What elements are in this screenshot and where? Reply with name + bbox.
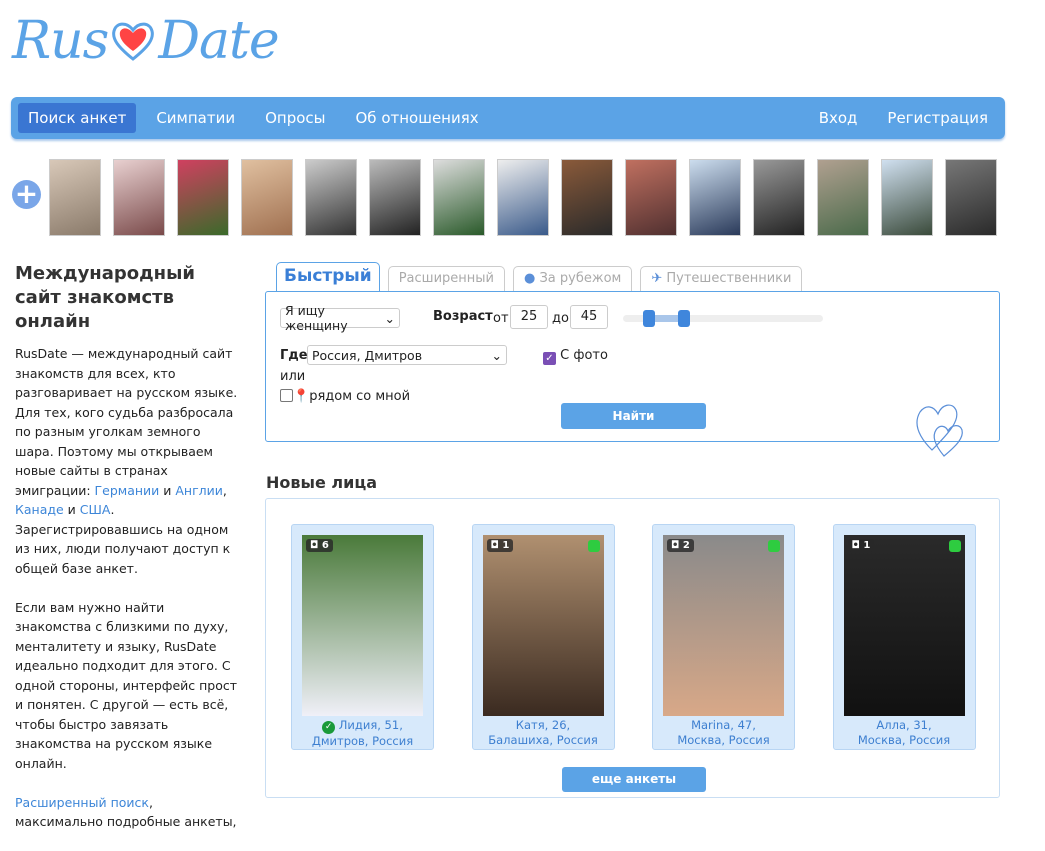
tab-advanced[interactable]: Расширенный	[387, 266, 505, 292]
camera-icon: ◘	[851, 540, 860, 551]
about-p3: Расширенный поиск, максимально подробные…	[15, 794, 237, 830]
profile-thumbnail[interactable]	[497, 159, 549, 236]
camera-icon: ◘	[310, 540, 319, 551]
link-germany[interactable]: Германии	[95, 483, 160, 498]
profile-photo[interactable]	[663, 535, 784, 716]
profile-thumbnail[interactable]	[433, 159, 485, 236]
or-label: или	[280, 369, 306, 384]
quick-search-form: Я ищу женщину ⌄ Возраст от 25 до 45 Где Р…	[265, 291, 1000, 457]
profile-thumbnail[interactable]	[881, 159, 933, 236]
profile-name[interactable]: Катя, 26,	[516, 718, 570, 732]
camera-icon: ◘	[671, 540, 680, 551]
profile-thumbnail[interactable]	[625, 159, 677, 236]
globe-icon: ●	[523, 271, 536, 286]
slider-handle-min[interactable]	[643, 310, 656, 327]
profile-card[interactable]: ◘ 6 ✓ Лидия, 51, Дмитров, Россия	[291, 524, 434, 750]
link-usa[interactable]: США	[80, 502, 111, 517]
profile-thumbnail[interactable]	[561, 159, 613, 236]
chevron-down-icon: ⌄	[491, 347, 502, 363]
camera-icon: ◘	[490, 540, 499, 551]
link-england[interactable]: Англии	[175, 483, 223, 498]
profile-photo[interactable]	[482, 535, 604, 716]
online-indicator	[587, 540, 600, 552]
nav-register[interactable]: Регистрация	[877, 103, 998, 133]
profile-thumbnail[interactable]	[241, 159, 293, 236]
about-section: Международный сайт знакомств онлайн RusD…	[15, 262, 240, 851]
age-to-label: до	[552, 311, 569, 326]
profile-city: Дмитров, Россия	[311, 734, 414, 748]
about-title: Международный сайт знакомств онлайн	[15, 263, 195, 332]
profile-card[interactable]: ◘ 2 Marina, 47, Москва, Россия	[652, 524, 795, 750]
profile-thumbnail[interactable]	[305, 159, 357, 236]
profile-thumbnail[interactable]	[113, 159, 165, 236]
profile-thumbnail[interactable]	[177, 159, 229, 236]
nav-relations[interactable]: Об отношениях	[346, 103, 489, 133]
profile-card[interactable]: ◘ 1 Катя, 26, Балашиха, Россия	[471, 524, 615, 750]
profile-name[interactable]: Marina, 47,	[691, 718, 756, 732]
profile-city: Москва, Россия	[857, 733, 951, 747]
profile-thumbnail[interactable]	[945, 159, 997, 236]
logo[interactable]: Rus Date	[12, 8, 280, 74]
where-label: Где	[280, 348, 308, 363]
tab-abroad[interactable]: ● За рубежом	[512, 266, 633, 292]
profile-name[interactable]: Лидия, 51,	[339, 718, 403, 732]
nav-login[interactable]: Вход	[809, 103, 868, 133]
plane-icon: ✈	[651, 271, 663, 286]
photo-count-badge: ◘ 1	[847, 539, 875, 552]
age-from-label: от	[493, 311, 509, 326]
slider-handle-max[interactable]	[677, 310, 690, 327]
profile-thumbnail[interactable]	[753, 159, 805, 236]
add-photo-button[interactable]: +	[12, 180, 41, 209]
new-faces-panel: еще анкеты женщин ◘ 6 ✓ Лидия, 51, Дмитров…	[265, 498, 1000, 811]
new-faces-title: Новые лица	[266, 473, 377, 492]
seek-select[interactable]: Я ищу женщину ⌄	[280, 303, 400, 333]
profile-thumbnail[interactable]	[689, 159, 741, 236]
profile-thumbnail[interactable]	[817, 159, 869, 236]
profile-city: Москва, Россия	[677, 733, 770, 747]
age-label: Возраст	[433, 309, 493, 324]
tab-travelers[interactable]: ✈ Путешественники	[640, 266, 803, 292]
profile-thumbnail[interactable]	[369, 159, 421, 236]
profile-thumbnail[interactable]	[49, 159, 101, 236]
location-pin-icon: 📍	[293, 389, 310, 404]
profile-name[interactable]: Алла, 31,	[876, 718, 931, 732]
photo-count-badge: ◘ 6	[306, 539, 333, 552]
find-button[interactable]: Найти	[561, 403, 706, 429]
age-to-input[interactable]: 45	[570, 305, 608, 329]
main-nav: Поиск анкет Симпатии Опросы Об отношения…	[11, 97, 1005, 139]
about-p2: Если вам нужно найти знакомства с близки…	[15, 599, 238, 771]
near-me-checkbox[interactable]: 📍рядом со мной	[280, 389, 410, 404]
tab-quick[interactable]: Быстрый	[276, 262, 380, 292]
hearts-decoration-icon	[916, 404, 963, 457]
nav-polls[interactable]: Опросы	[255, 103, 335, 133]
profile-city: Балашиха, Россия	[488, 733, 598, 747]
check-icon: ✓	[543, 352, 556, 365]
photo-strip: +	[0, 159, 1045, 237]
link-canada[interactable]: Канаде	[15, 502, 64, 517]
profile-photo[interactable]	[843, 535, 965, 716]
location-select[interactable]: Россия, Дмитров ⌄	[307, 345, 507, 365]
age-from-input[interactable]: 25	[510, 305, 548, 329]
verified-icon: ✓	[322, 721, 336, 734]
nav-likes[interactable]: Симпатии	[146, 103, 245, 133]
profile-card[interactable]: ◘ 1 Алла, 31, Москва, Россия	[832, 524, 976, 750]
nav-search[interactable]: Поиск анкет	[18, 103, 137, 133]
photo-count-badge: ◘ 1	[486, 539, 514, 552]
about-p1: RusDate — международный сайт знакомств д…	[15, 346, 238, 576]
online-indicator	[948, 540, 961, 552]
chevron-down-icon: ⌄	[384, 310, 395, 326]
age-slider[interactable]	[623, 310, 823, 327]
search-tabs: Быстрый Расширенный ● За рубежом ✈ Путеш…	[276, 262, 810, 292]
profile-photo[interactable]	[302, 535, 423, 716]
link-advanced-search[interactable]: Расширенный поиск	[15, 795, 149, 810]
more-profiles-button[interactable]: еще анкеты женщин	[562, 767, 706, 811]
with-photo-checkbox[interactable]: ✓ С фото	[543, 348, 608, 365]
heart-logo-icon	[112, 22, 155, 61]
photo-count-badge: ◘ 2	[667, 539, 694, 552]
online-indicator	[768, 540, 780, 552]
